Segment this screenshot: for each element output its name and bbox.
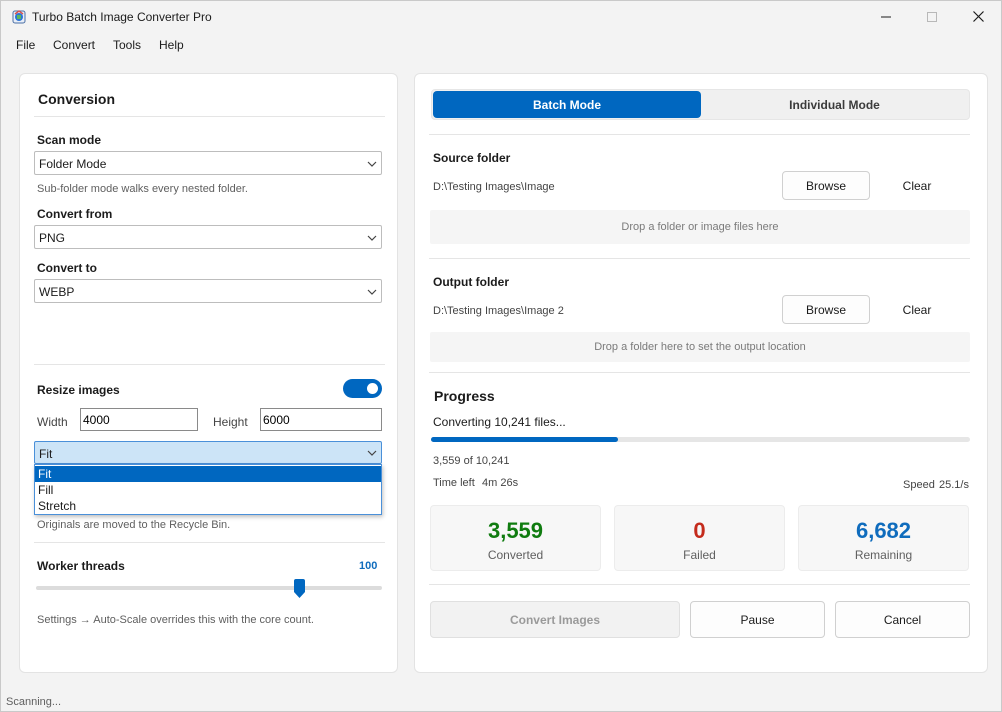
convert-from-label: Convert from	[37, 207, 113, 221]
chevron-down-icon	[367, 289, 377, 295]
worker-threads-value: 100	[359, 560, 378, 572]
output-folder-path: D:\Testing Images\Image 2	[433, 305, 564, 317]
chevron-down-icon	[367, 161, 377, 167]
output-folder-label: Output folder	[433, 275, 509, 289]
progress-header: Progress	[434, 388, 495, 404]
speed-value: 25.1/s	[939, 479, 969, 491]
progress-status: Converting 10,241 files...	[433, 415, 566, 429]
menu-help[interactable]: Help	[159, 38, 184, 52]
chevron-down-icon	[367, 450, 377, 456]
height-input[interactable]	[260, 408, 382, 431]
convert-to-label: Convert to	[37, 261, 97, 275]
source-folder-path: D:\Testing Images\Image	[433, 181, 555, 193]
toggle-knob	[367, 383, 378, 394]
source-browse-button[interactable]: Browse	[782, 171, 870, 200]
convert-from-select[interactable]: PNG	[34, 225, 382, 249]
scan-mode-select[interactable]: Folder Mode	[34, 151, 382, 175]
minimize-icon	[881, 16, 891, 17]
width-label: Width	[37, 415, 68, 429]
menu-file[interactable]: File	[16, 38, 35, 52]
source-folder-label: Source folder	[433, 151, 511, 165]
progress-bar	[431, 437, 970, 442]
resize-option-fill[interactable]: Fill	[35, 482, 381, 498]
resize-mode-select[interactable]: Fit	[34, 441, 382, 464]
resize-images-label: Resize images	[37, 383, 120, 397]
output-clear-button[interactable]: Clear	[879, 295, 955, 324]
convert-to-select[interactable]: WEBP	[34, 279, 382, 303]
title-bar[interactable]: Turbo Batch Image Converter Pro	[1, 1, 1001, 32]
cancel-button[interactable]: Cancel	[835, 601, 970, 638]
remaining-count: 6,682	[855, 518, 912, 543]
height-label: Height	[213, 415, 248, 429]
chevron-down-icon	[367, 235, 377, 241]
worker-threads-label: Worker threads	[37, 559, 125, 573]
scan-mode-value: Folder Mode	[39, 157, 107, 171]
divider	[429, 258, 970, 259]
output-dropzone[interactable]: Drop a folder here to set the output loc…	[430, 332, 970, 362]
window-title: Turbo Batch Image Converter Pro	[32, 10, 212, 24]
app-window: Turbo Batch Image Converter Pro File Con…	[0, 0, 1002, 712]
tab-individual-mode[interactable]: Individual Mode	[701, 91, 968, 118]
batch-panel: Batch Mode Individual Mode Source folder…	[414, 73, 988, 673]
resize-option-fit[interactable]: Fit	[35, 466, 381, 482]
minimize-button[interactable]	[863, 1, 909, 32]
width-input[interactable]	[80, 408, 198, 431]
progress-fill	[431, 437, 619, 442]
recycle-hint: Originals are moved to the Recycle Bin.	[37, 519, 231, 531]
remaining-caption: Remaining	[854, 548, 913, 562]
scan-mode-hint: Sub-folder mode walks every nested folde…	[37, 183, 248, 195]
maximize-icon	[927, 11, 937, 22]
scan-mode-label: Scan mode	[37, 133, 102, 147]
source-dropzone[interactable]: Drop a folder or image files here	[430, 210, 970, 244]
failed-count: 0	[693, 518, 706, 543]
divider	[34, 542, 385, 543]
divider	[429, 134, 970, 135]
resize-toggle[interactable]	[343, 379, 382, 398]
menu-bar: File Convert Tools Help	[1, 34, 1001, 56]
converted-caption: Converted	[487, 548, 544, 562]
worker-threads-slider[interactable]	[36, 586, 382, 590]
resize-mode-value: Fit	[39, 447, 53, 461]
divider	[429, 584, 970, 585]
close-icon	[972, 11, 984, 22]
resize-option-stretch[interactable]: Stretch	[35, 498, 381, 514]
convert-to-value: WEBP	[39, 285, 75, 299]
menu-convert[interactable]: Convert	[53, 38, 95, 52]
divider	[429, 372, 970, 373]
tab-batch-mode[interactable]: Batch Mode	[433, 91, 701, 118]
output-browse-button[interactable]: Browse	[782, 295, 870, 324]
progress-count: 3,559 of 10,241	[433, 455, 510, 467]
convert-from-value: PNG	[39, 231, 66, 245]
time-left-label: Time left	[433, 477, 475, 489]
threads-hint: Settings → Auto-Scale overrides this wit…	[37, 614, 314, 626]
resize-mode-dropdown: Fit Fill Stretch	[34, 464, 382, 515]
stat-remaining: 6,682 Remaining	[798, 505, 969, 571]
status-text: Scanning...	[6, 696, 62, 708]
source-clear-button[interactable]: Clear	[879, 171, 955, 200]
speed-label: Speed	[903, 479, 935, 491]
conversion-header: Conversion	[38, 91, 116, 107]
convert-images-button[interactable]: Convert Images	[430, 601, 680, 638]
time-left-value: 4m 26s	[482, 477, 519, 489]
status-bar: Scanning...	[1, 693, 1001, 712]
divider	[34, 116, 385, 117]
conversion-panel: Conversion Scan mode Folder Mode Sub-fol…	[19, 73, 398, 673]
slider-thumb[interactable]	[293, 579, 305, 599]
maximize-button[interactable]	[909, 1, 955, 32]
stat-converted: 3,559 Converted	[430, 505, 601, 571]
divider	[34, 364, 385, 365]
converted-count: 3,559	[487, 518, 544, 543]
pause-button[interactable]: Pause	[690, 601, 825, 638]
app-icon	[12, 10, 26, 24]
close-window-button[interactable]	[955, 1, 1001, 32]
menu-tools[interactable]: Tools	[113, 38, 141, 52]
failed-caption: Failed	[683, 548, 716, 562]
stat-failed: 0 Failed	[614, 505, 785, 571]
